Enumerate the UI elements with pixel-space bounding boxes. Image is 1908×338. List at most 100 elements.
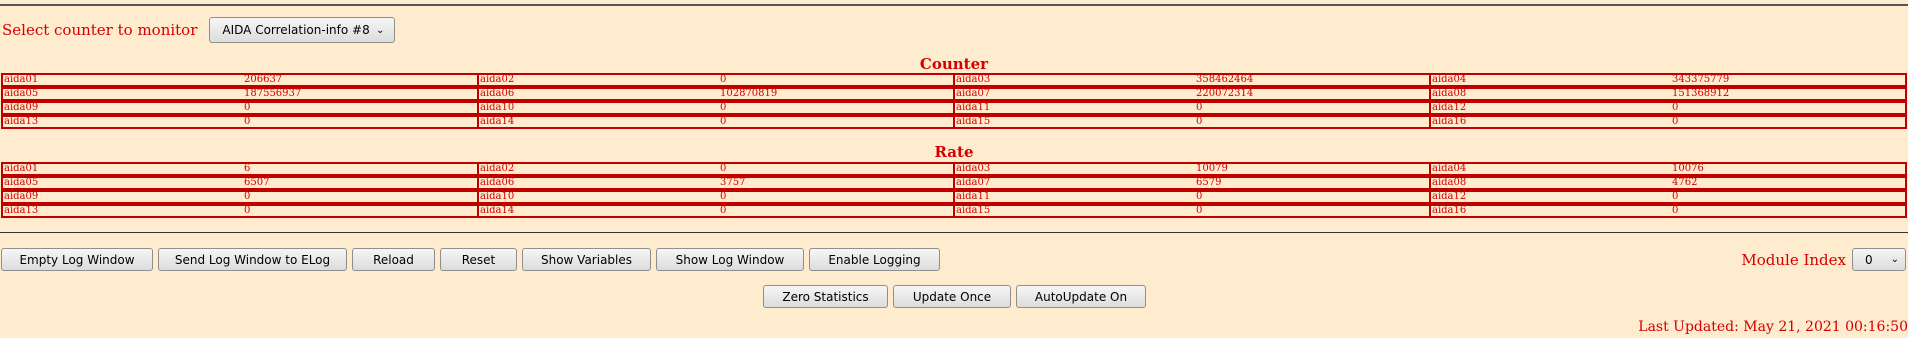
module-index-control: Module Index 0 ⌄ bbox=[1741, 248, 1906, 271]
counter-table: aida01 206637 aida02 0 aida03 358462464 aida04… bbox=[1, 73, 1907, 129]
enable-logging-button[interactable]: Enable Logging bbox=[809, 248, 940, 271]
counter-cell: aida02 0 bbox=[477, 73, 955, 87]
rate-cell-name: aida01 bbox=[4, 163, 39, 174]
counter-cell-value: 102870819 bbox=[720, 88, 778, 99]
counter-cell: aida03 358462464 bbox=[953, 73, 1431, 87]
rate-cell-value: 0 bbox=[1672, 191, 1679, 202]
rate-table-row: aida01 6 aida02 0 aida03 10079 aida04 10076 bbox=[1, 162, 1907, 176]
zero-statistics-button[interactable]: Zero Statistics bbox=[763, 285, 888, 308]
counter-cell-value: 0 bbox=[720, 74, 727, 85]
counter-cell-value: 0 bbox=[720, 116, 727, 127]
rate-cell: aida12 0 bbox=[1429, 190, 1907, 204]
rate-cell: aida15 0 bbox=[953, 204, 1431, 218]
counter-cell: aida14 0 bbox=[477, 115, 955, 129]
counter-cell: aida16 0 bbox=[1429, 115, 1907, 129]
counter-select-dropdown[interactable]: AIDA Correlation-info #8 ⌄ bbox=[209, 17, 396, 43]
rate-cell: aida13 0 bbox=[1, 204, 479, 218]
counter-cell: aida07 220072314 bbox=[953, 87, 1431, 101]
rate-cell-value: 10076 bbox=[1672, 163, 1704, 174]
show-variables-button[interactable]: Show Variables bbox=[522, 248, 651, 271]
rate-cell: aida02 0 bbox=[477, 162, 955, 176]
counter-cell-value: 220072314 bbox=[1196, 88, 1254, 99]
counter-cell-value: 0 bbox=[244, 102, 251, 113]
rate-table: aida01 6 aida02 0 aida03 10079 aida04 10076 aida… bbox=[1, 162, 1907, 218]
rate-cell-name: aida06 bbox=[480, 177, 515, 188]
rate-cell-name: aida05 bbox=[4, 177, 39, 188]
rate-cell: aida11 0 bbox=[953, 190, 1431, 204]
counter-cell: aida05 187556937 bbox=[1, 87, 479, 101]
rate-cell-value: 0 bbox=[720, 205, 727, 216]
chevron-down-icon: ⌄ bbox=[376, 24, 385, 36]
counter-cell-value: 358462464 bbox=[1196, 74, 1254, 85]
module-index-select[interactable]: 0 ⌄ bbox=[1852, 248, 1906, 271]
counter-cell: aida15 0 bbox=[953, 115, 1431, 129]
rate-cell-name: aida15 bbox=[956, 205, 991, 216]
rate-cell-name: aida04 bbox=[1432, 163, 1467, 174]
rate-cell-value: 0 bbox=[244, 205, 251, 216]
rate-cell: aida08 4762 bbox=[1429, 176, 1907, 190]
counter-cell: aida10 0 bbox=[477, 101, 955, 115]
rate-cell-name: aida03 bbox=[956, 163, 991, 174]
show-log-window-button[interactable]: Show Log Window bbox=[656, 248, 804, 271]
log-button-row: Empty Log Window Send Log Window to ELog… bbox=[1, 248, 940, 271]
counter-cell-value: 0 bbox=[1672, 116, 1679, 127]
counter-cell-value: 0 bbox=[244, 116, 251, 127]
counter-cell-name: aida05 bbox=[4, 88, 39, 99]
update-once-button[interactable]: Update Once bbox=[893, 285, 1011, 308]
rate-cell-value: 0 bbox=[1196, 205, 1203, 216]
counter-cell-name: aida07 bbox=[956, 88, 991, 99]
reset-button[interactable]: Reset bbox=[440, 248, 517, 271]
counter-cell: aida09 0 bbox=[1, 101, 479, 115]
counter-cell-value: 0 bbox=[1672, 102, 1679, 113]
counter-cell-value: 0 bbox=[720, 102, 727, 113]
rate-cell-value: 6579 bbox=[1196, 177, 1222, 188]
counter-cell-name: aida03 bbox=[956, 74, 991, 85]
counter-cell-value: 206637 bbox=[244, 74, 283, 85]
rate-cell-value: 0 bbox=[244, 191, 251, 202]
counter-cell-value: 151368912 bbox=[1672, 88, 1730, 99]
rate-cell-name: aida12 bbox=[1432, 191, 1467, 202]
rate-cell: aida09 0 bbox=[1, 190, 479, 204]
counter-cell-name: aida12 bbox=[1432, 102, 1467, 113]
rate-cell-name: aida11 bbox=[956, 191, 991, 202]
counter-select-value: AIDA Correlation-info #8 bbox=[222, 23, 370, 37]
rate-cell-value: 0 bbox=[1672, 205, 1679, 216]
last-updated-timestamp: Last Updated: May 21, 2021 00:16:50 bbox=[1638, 319, 1908, 335]
counter-cell-value: 0 bbox=[1196, 102, 1203, 113]
rate-cell-name: aida10 bbox=[480, 191, 515, 202]
rate-cell: aida01 6 bbox=[1, 162, 479, 176]
rate-cell-value: 6 bbox=[244, 163, 251, 174]
rate-cell: aida16 0 bbox=[1429, 204, 1907, 218]
reload-button[interactable]: Reload bbox=[352, 248, 435, 271]
counter-cell-name: aida10 bbox=[480, 102, 515, 113]
counter-cell-value: 187556937 bbox=[244, 88, 302, 99]
counter-cell: aida13 0 bbox=[1, 115, 479, 129]
rate-cell-value: 10079 bbox=[1196, 163, 1228, 174]
empty-log-window-button[interactable]: Empty Log Window bbox=[1, 248, 153, 271]
rate-section-title: Rate bbox=[934, 143, 974, 161]
counter-selector-label: Select counter to monitor bbox=[2, 21, 198, 39]
rate-cell: aida10 0 bbox=[477, 190, 955, 204]
counter-cell-name: aida11 bbox=[956, 102, 991, 113]
module-index-label: Module Index bbox=[1741, 250, 1846, 269]
rate-cell-name: aida13 bbox=[4, 205, 39, 216]
rate-cell-value: 6507 bbox=[244, 177, 270, 188]
send-log-to-elog-button[interactable]: Send Log Window to ELog bbox=[158, 248, 347, 271]
counter-table-row: aida05 187556937 aida06 102870819 aida07 2200… bbox=[1, 87, 1907, 101]
counter-cell-name: aida14 bbox=[480, 116, 515, 127]
counter-section-title: Counter bbox=[919, 55, 989, 73]
counter-cell-name: aida02 bbox=[480, 74, 515, 85]
counter-cell-name: aida06 bbox=[480, 88, 515, 99]
rate-cell: aida04 10076 bbox=[1429, 162, 1907, 176]
counter-selector-row: Select counter to monitor AIDA Correlati… bbox=[2, 17, 396, 43]
autoupdate-button[interactable]: AutoUpdate On bbox=[1016, 285, 1146, 308]
update-button-row: Zero Statistics Update Once AutoUpdate O… bbox=[763, 285, 1146, 308]
rate-cell-value: 0 bbox=[720, 163, 727, 174]
rate-cell: aida07 6579 bbox=[953, 176, 1431, 190]
counter-table-row: aida01 206637 aida02 0 aida03 358462464 aida04… bbox=[1, 73, 1907, 87]
counter-cell-name: aida16 bbox=[1432, 116, 1467, 127]
rate-cell: aida05 6507 bbox=[1, 176, 479, 190]
rate-cell-name: aida14 bbox=[480, 205, 515, 216]
rate-cell-name: aida16 bbox=[1432, 205, 1467, 216]
counter-cell-name: aida01 bbox=[4, 74, 39, 85]
